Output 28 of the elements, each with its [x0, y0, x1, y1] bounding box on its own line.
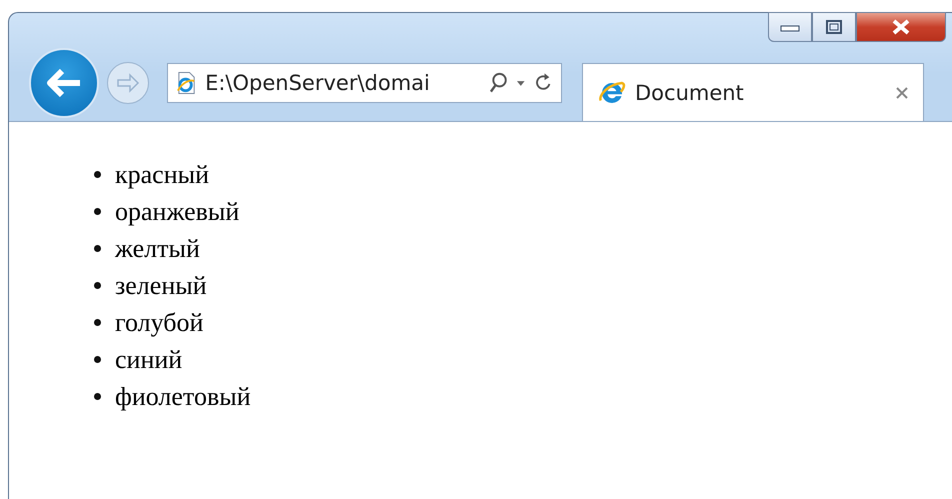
list-item: оранжевый	[115, 196, 240, 226]
minimize-button[interactable]	[768, 12, 812, 42]
page-icon	[176, 71, 198, 95]
bullet-icon	[94, 171, 101, 178]
dropdown-icon[interactable]	[516, 79, 526, 87]
bullet-icon	[94, 208, 101, 215]
search-icon[interactable]	[489, 72, 508, 94]
address-field[interactable]: E:\OpenServer\domai	[205, 71, 474, 95]
address-bar[interactable]: E:\OpenServer\domai	[167, 63, 562, 103]
bullet-icon	[94, 356, 101, 363]
browser-tab[interactable]: Document	[582, 63, 924, 121]
bullet-icon	[94, 319, 101, 326]
list-item: голубой	[115, 308, 204, 338]
list-item: зеленый	[115, 270, 207, 300]
list-item: фиолетовый	[115, 382, 251, 412]
back-arrow-icon	[46, 68, 82, 98]
close-icon[interactable]	[895, 86, 909, 100]
forward-arrow-icon	[116, 73, 140, 93]
bullet-icon	[94, 282, 101, 289]
close-button[interactable]	[856, 12, 946, 42]
bullet-icon	[94, 245, 101, 252]
list-item: красный	[115, 160, 210, 190]
maximize-button[interactable]	[812, 12, 856, 42]
maximize-icon	[826, 20, 842, 34]
bullet-icon	[94, 393, 101, 400]
list-item: желтый	[115, 234, 200, 264]
close-icon	[891, 19, 911, 35]
list-item: синий	[115, 344, 182, 374]
